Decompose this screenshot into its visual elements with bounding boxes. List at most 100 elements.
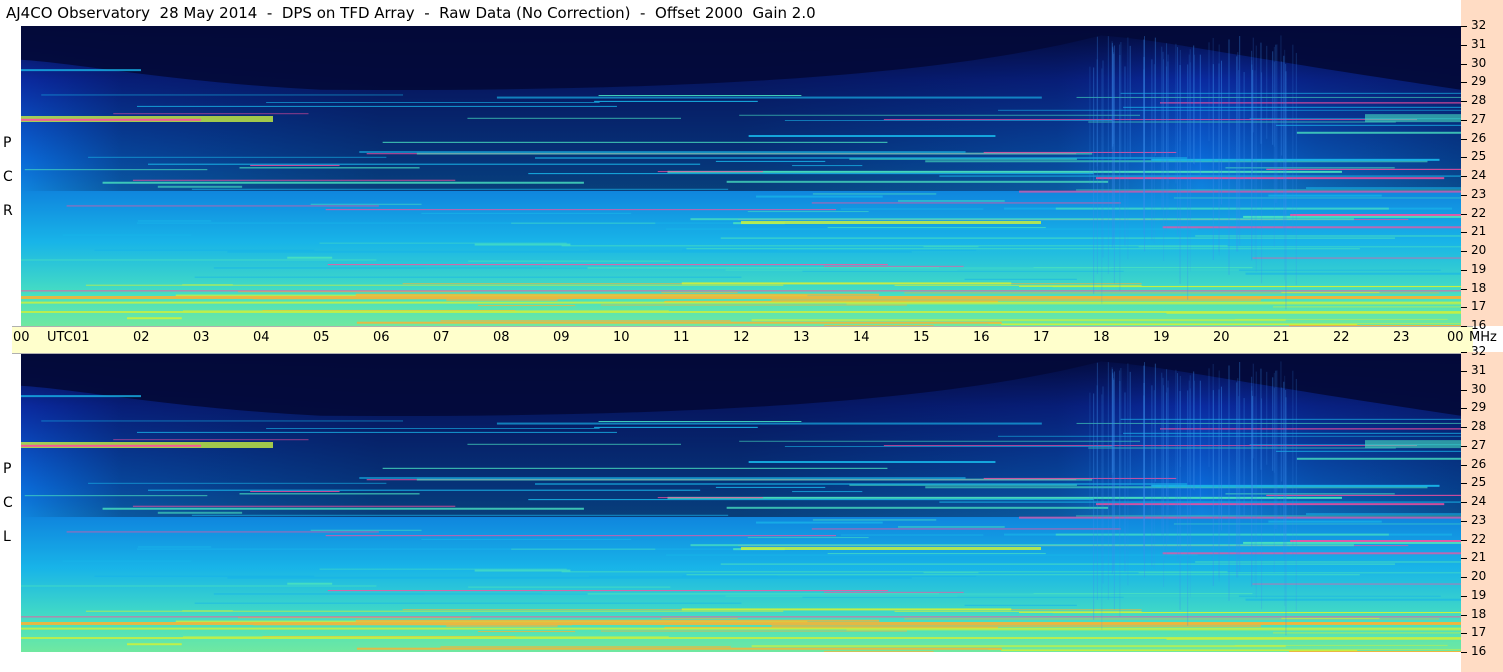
interference-line <box>1173 197 1461 199</box>
interference-line <box>319 242 567 244</box>
lcp-letter-p: P <box>3 461 12 477</box>
time-tick-label: 17 <box>1033 330 1050 345</box>
frequency-tick <box>1461 269 1467 271</box>
vertical-streak <box>1280 361 1282 539</box>
interference-line <box>227 250 912 253</box>
vertical-streak <box>1127 37 1129 260</box>
interference-line <box>88 482 387 484</box>
vertical-streak <box>1161 372 1163 536</box>
time-tick-label: 06 <box>373 330 390 345</box>
vertical-streak <box>1154 37 1156 156</box>
interference-line <box>1120 92 1461 94</box>
interference-line <box>194 602 742 604</box>
vertical-streak <box>1285 397 1287 636</box>
interference-line <box>1076 96 1461 98</box>
frequency-tick <box>1461 427 1467 428</box>
interference-line <box>726 506 1109 509</box>
interference-line <box>528 173 1094 175</box>
vertical-streak <box>1275 370 1277 530</box>
interference-line <box>1296 131 1461 134</box>
interference-line <box>1290 213 1461 216</box>
interference-line <box>690 544 1354 547</box>
interference-line <box>1243 215 1461 218</box>
spectrogram-canvas <box>21 26 1461 326</box>
time-tick-label: 09 <box>553 330 570 345</box>
vertical-streak <box>1166 369 1168 497</box>
vertical-streak <box>1093 393 1095 620</box>
frequency-tick-label: 32 <box>1471 344 1487 358</box>
interference-line <box>748 461 996 464</box>
vertical-streak <box>1261 398 1263 610</box>
interference-line <box>41 94 404 96</box>
interference-line <box>66 205 379 207</box>
time-tick-label: 20 <box>1213 330 1230 345</box>
frequency-tick <box>1461 326 1467 327</box>
vertical-streak <box>1093 67 1095 294</box>
interference-line <box>840 534 984 536</box>
interference-line <box>756 521 883 524</box>
vertical-streak <box>1199 380 1201 501</box>
rcp-frequency-axis: 32 31 30 29 28 27 26 25 24 23 22 21 20 19 18 17 16 <box>1461 0 1503 332</box>
interference-line <box>1088 121 1396 123</box>
frequency-tick <box>1461 63 1467 65</box>
time-tick-label: 18 <box>1093 330 1110 345</box>
vertical-streak <box>1177 373 1179 562</box>
vertical-streak <box>1120 42 1122 161</box>
time-tick-label: 16 <box>973 330 990 345</box>
interference-line <box>725 595 1239 597</box>
frequency-tick <box>1461 483 1467 485</box>
vertical-streak <box>1162 377 1164 536</box>
strong-band <box>21 616 1461 618</box>
interference-line <box>715 160 826 162</box>
interference-line <box>1096 177 1445 180</box>
frequency-tick <box>1461 408 1467 410</box>
frequency-tick-label: 17 <box>1471 299 1487 314</box>
interference-line <box>136 431 617 433</box>
interference-line <box>62 560 192 562</box>
vertical-streak <box>1129 45 1131 159</box>
interference-line <box>665 554 1198 556</box>
vertical-streak <box>1096 36 1098 274</box>
interference-line <box>227 576 912 579</box>
interference-line <box>747 537 869 539</box>
frequency-tick-label: 26 <box>1471 456 1487 471</box>
interference-line <box>511 548 656 550</box>
interference-line <box>751 645 1286 648</box>
vertical-streak <box>1208 42 1210 141</box>
interference-line <box>1088 447 1396 449</box>
interference-line <box>939 501 1461 503</box>
interference-line <box>1162 552 1461 555</box>
interference-line <box>239 167 420 169</box>
interference-line <box>739 440 1141 442</box>
lcp-panel-label: P C L <box>0 352 21 652</box>
interference-line <box>792 165 863 167</box>
interference-line <box>720 237 1395 239</box>
vertical-streak <box>1119 54 1121 291</box>
interference-line <box>739 114 1141 116</box>
interference-line <box>883 445 1418 447</box>
interference-line <box>356 647 1002 650</box>
interference-line <box>66 531 379 533</box>
vertical-streak <box>1292 370 1294 559</box>
time-tick-label: 10 <box>613 330 630 345</box>
vertical-streak <box>1243 398 1245 517</box>
interference-line <box>812 193 937 195</box>
interference-line <box>359 150 966 153</box>
band-21mhz <box>741 221 1041 224</box>
band-21mhz <box>741 547 1041 550</box>
rcp-letter-c: C <box>3 169 13 185</box>
vertical-streak <box>1189 388 1191 598</box>
vertical-streak <box>1187 64 1189 300</box>
chart-title: AJ4CO Observatory 28 May 2014 - DPS on T… <box>6 4 816 22</box>
vertical-streak <box>1280 35 1282 213</box>
interference-line <box>792 491 863 493</box>
frequency-tick-label: 29 <box>1471 74 1487 89</box>
interference-line <box>1289 651 1461 652</box>
frequency-tick-label: 27 <box>1471 437 1487 452</box>
interference-line <box>964 604 1077 606</box>
interference-line <box>665 228 1198 230</box>
interference-line <box>41 420 404 422</box>
interference-line <box>1281 617 1380 619</box>
frequency-tick <box>1461 251 1467 252</box>
vertical-streak <box>1113 379 1115 570</box>
